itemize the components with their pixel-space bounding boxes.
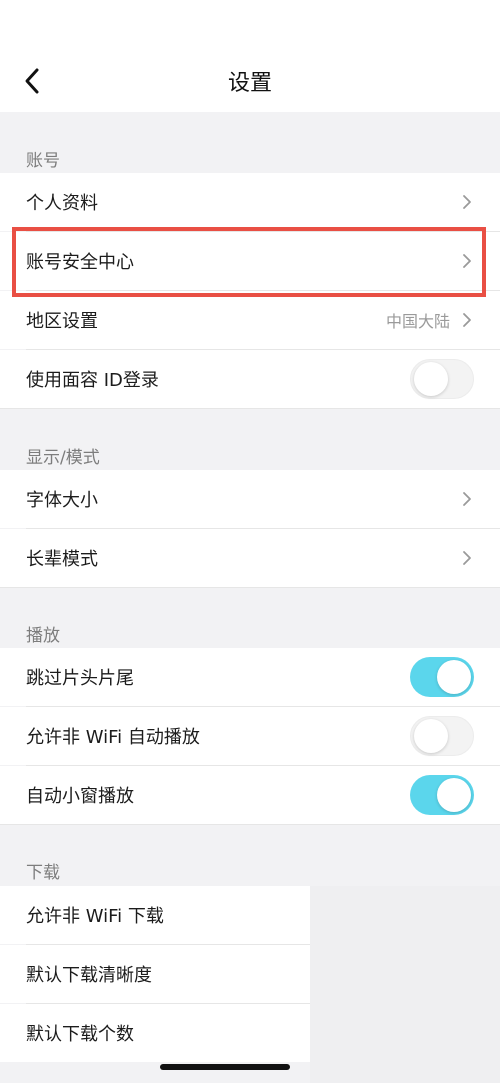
row-label: 个人资料 xyxy=(26,193,98,214)
row-label: 账号安全中心 xyxy=(26,252,134,273)
region-value: 中国大陆 xyxy=(385,312,450,331)
skip-intro-toggle[interactable] xyxy=(410,657,474,697)
nonwifi-autoplay-toggle[interactable] xyxy=(410,716,474,756)
row-faceid: 使用面容 ID登录 xyxy=(0,350,500,408)
toggle-knob xyxy=(414,362,448,396)
row-label: 允许非 WiFi 自动播放 xyxy=(26,727,200,748)
row-label: 跳过片头片尾 xyxy=(26,668,134,689)
row-label: 自动小窗播放 xyxy=(26,786,134,807)
divider xyxy=(0,824,500,825)
section-header-playback: 播放 xyxy=(26,626,60,646)
section-header-account: 账号 xyxy=(26,151,60,171)
section-header-display: 显示/模式 xyxy=(26,448,100,468)
chevron-left-icon xyxy=(25,68,39,94)
row-label: 字体大小 xyxy=(26,490,98,511)
overlay-block xyxy=(310,886,500,1083)
row-profile[interactable]: 个人资料 xyxy=(0,173,500,231)
row-elder-mode[interactable]: 长辈模式 xyxy=(0,529,500,587)
row-nonwifi-autoplay: 允许非 WiFi 自动播放 xyxy=(0,707,500,765)
toggle-knob xyxy=(437,778,471,812)
chevron-right-icon xyxy=(462,253,474,269)
row-font-size[interactable]: 字体大小 xyxy=(0,470,500,528)
faceid-toggle[interactable] xyxy=(410,359,474,399)
chevron-right-icon xyxy=(462,550,474,566)
row-mini-window: 自动小窗播放 xyxy=(0,766,500,824)
toggle-knob xyxy=(414,719,448,753)
page-title: 设置 xyxy=(227,71,272,96)
nav-bar: 设置 xyxy=(0,50,500,112)
section-header-download: 下载 xyxy=(26,863,60,883)
row-label: 使用面容 ID登录 xyxy=(26,370,159,391)
status-area xyxy=(0,0,500,50)
mini-window-toggle[interactable] xyxy=(410,775,474,815)
back-button[interactable] xyxy=(12,60,52,102)
row-label: 长辈模式 xyxy=(26,549,98,570)
divider xyxy=(0,587,500,588)
row-region[interactable]: 地区设置 中国大陆 xyxy=(0,291,500,349)
chevron-right-icon xyxy=(462,491,474,507)
row-label: 地区设置 xyxy=(26,311,98,332)
row-skip-intro: 跳过片头片尾 xyxy=(0,648,500,706)
chevron-right-icon xyxy=(462,312,474,328)
divider xyxy=(0,408,500,409)
toggle-knob xyxy=(437,660,471,694)
home-indicator xyxy=(160,1064,290,1070)
row-account-security[interactable]: 账号安全中心 xyxy=(0,232,500,290)
chevron-right-icon xyxy=(462,194,474,210)
